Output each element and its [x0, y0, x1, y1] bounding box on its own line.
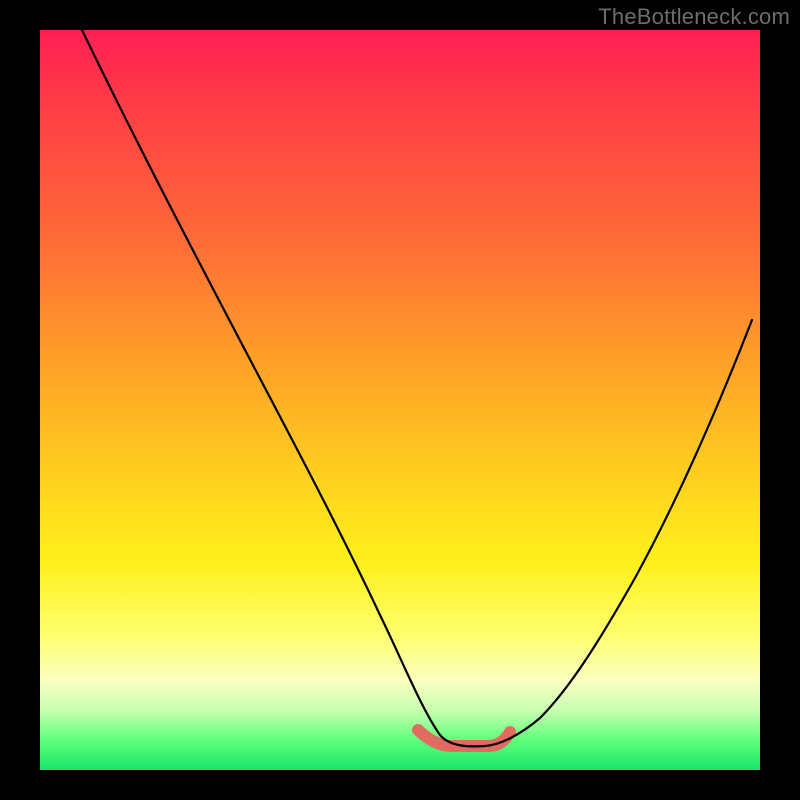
bottleneck-curve: [82, 30, 752, 746]
curve-layer: [40, 30, 760, 770]
chart-frame: TheBottleneck.com: [0, 0, 800, 800]
watermark-text: TheBottleneck.com: [598, 4, 790, 30]
trough-highlight: [418, 730, 510, 746]
plot-area: [40, 30, 760, 770]
